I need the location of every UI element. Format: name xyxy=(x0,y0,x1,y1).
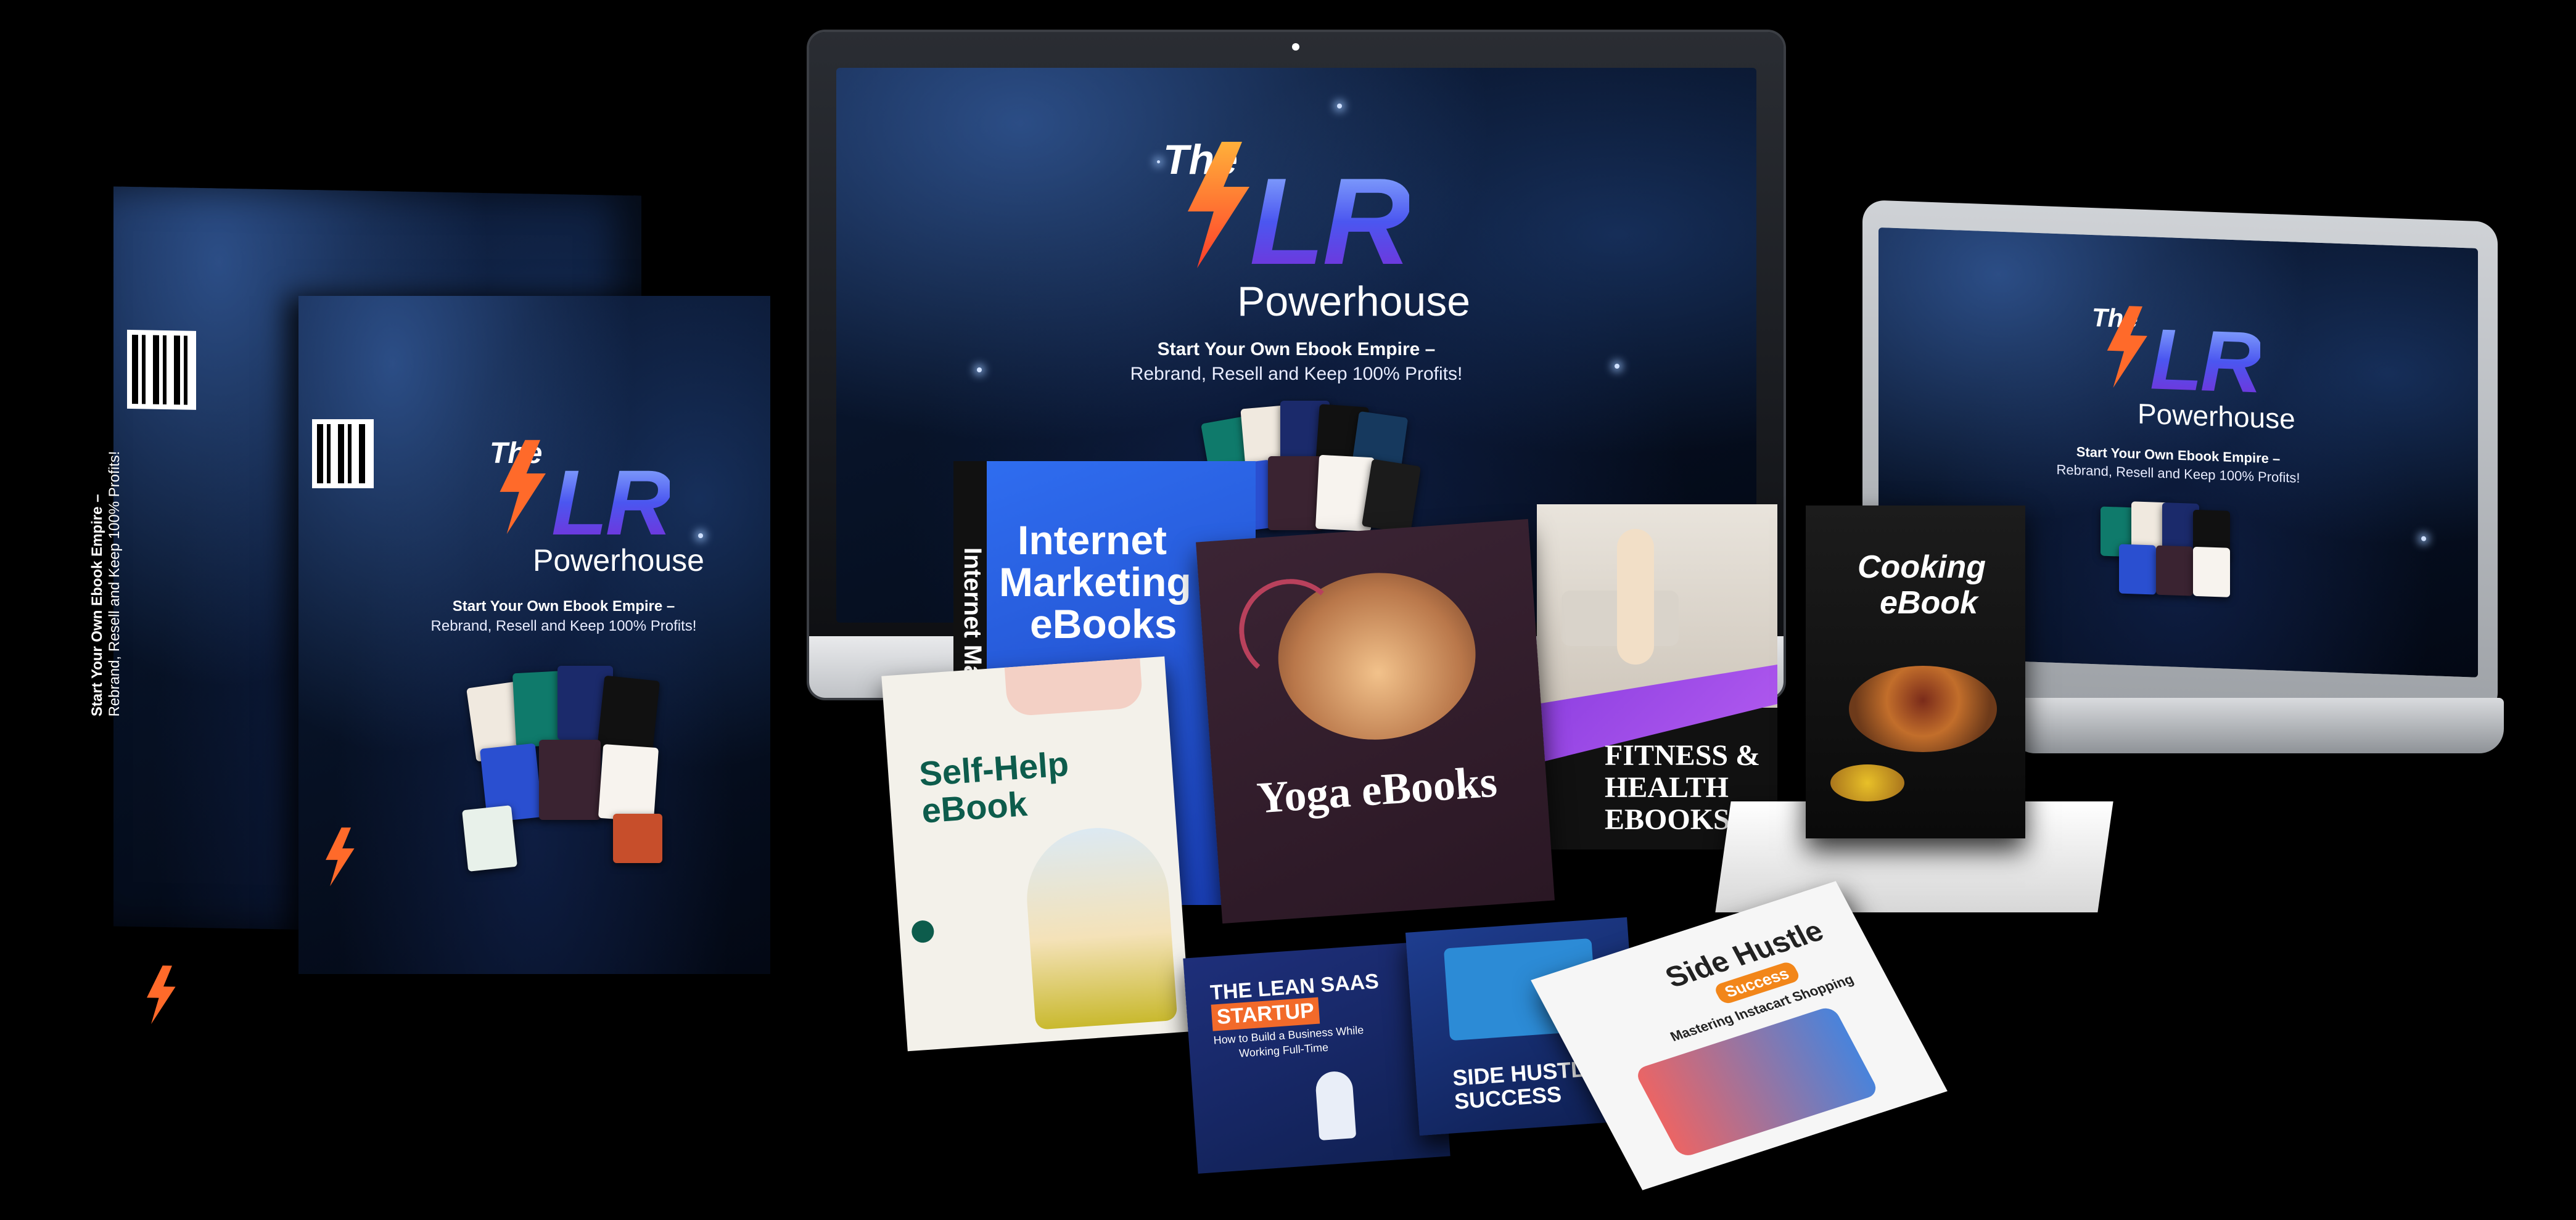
box-tagline-line2: Rebrand, Resell and Keep 100% Profits! xyxy=(430,618,697,634)
box-mini-books xyxy=(446,666,706,872)
side-hustle-white-illustration xyxy=(1633,1005,1880,1159)
internet-marketing-line2: Marketing xyxy=(999,559,1191,605)
internet-marketing-line1: Internet xyxy=(1018,517,1167,563)
book-self-help: Self-Help eBook xyxy=(881,656,1191,1052)
logo-lr: LR xyxy=(1249,153,1412,290)
lightning-bolt-icon xyxy=(1188,142,1249,268)
fitness-line1: FITNESS & xyxy=(1605,739,1761,772)
lightning-bolt-icon xyxy=(326,827,355,886)
fitness-line2: HEALTH xyxy=(1605,771,1729,804)
book-yoga: Yoga eBooks xyxy=(1196,518,1555,924)
lightning-bolt-icon xyxy=(2107,306,2147,388)
self-help-photo xyxy=(1022,823,1178,1030)
box-tagline-line1: Start Your Own Ebook Empire – xyxy=(452,598,675,615)
self-help-blob xyxy=(1004,658,1143,717)
saas-rocket xyxy=(1314,1070,1357,1141)
cooking-small-bowl xyxy=(1830,764,1904,801)
laptop-base xyxy=(2010,698,2504,753)
box-side-tagline: Start Your Own Ebook Empire – Rebrand, R… xyxy=(89,396,123,717)
tagline-line1: Start Your Own Ebook Empire – xyxy=(1157,339,1436,359)
logo-powerhouse: Powerhouse xyxy=(1237,278,1471,325)
book-fitness: FITNESS & HEALTH EBOOKS xyxy=(1537,504,1777,849)
yoga-title: Yoga eBooks xyxy=(1255,756,1499,823)
self-help-dot xyxy=(911,919,935,944)
monitor-camera xyxy=(1292,43,1299,51)
laptop-logo-powerhouse: Powerhouse xyxy=(2138,397,2295,435)
tagline-line2: Rebrand, Resell and Keep 100% Profits! xyxy=(1130,364,1463,384)
fitness-line3: EBOOKS xyxy=(1605,803,1730,836)
laptop-mini-books xyxy=(2088,494,2273,611)
box-logo-powerhouse: Powerhouse xyxy=(533,543,704,578)
cooking-bowl xyxy=(1849,666,1997,752)
box-logo-lr: LR xyxy=(551,451,672,554)
box-side-tagline-line2: Rebrand, Resell and Keep 100% Profits! xyxy=(106,451,123,717)
lightning-bolt-icon xyxy=(500,440,546,534)
book-cooking: Cooking eBook xyxy=(1806,506,2025,838)
qr-code-icon xyxy=(312,419,374,488)
product-box-front: The LR Powerhouse Start Your Own Ebook E… xyxy=(298,296,770,974)
laptop-logo-lr: LR xyxy=(2150,310,2260,411)
cooking-line1: Cooking xyxy=(1858,549,1986,585)
qr-code-icon xyxy=(127,329,196,410)
internet-marketing-spine-text: Internet Ma xyxy=(959,547,986,679)
box-side-tagline-line1: Start Your Own Ebook Empire – xyxy=(89,494,105,717)
cooking-line2: eBook xyxy=(1880,585,1978,621)
lightning-bolt-icon xyxy=(147,965,176,1025)
internet-marketing-line3: eBooks xyxy=(1030,601,1177,647)
self-help-line2: eBook xyxy=(920,784,1029,830)
